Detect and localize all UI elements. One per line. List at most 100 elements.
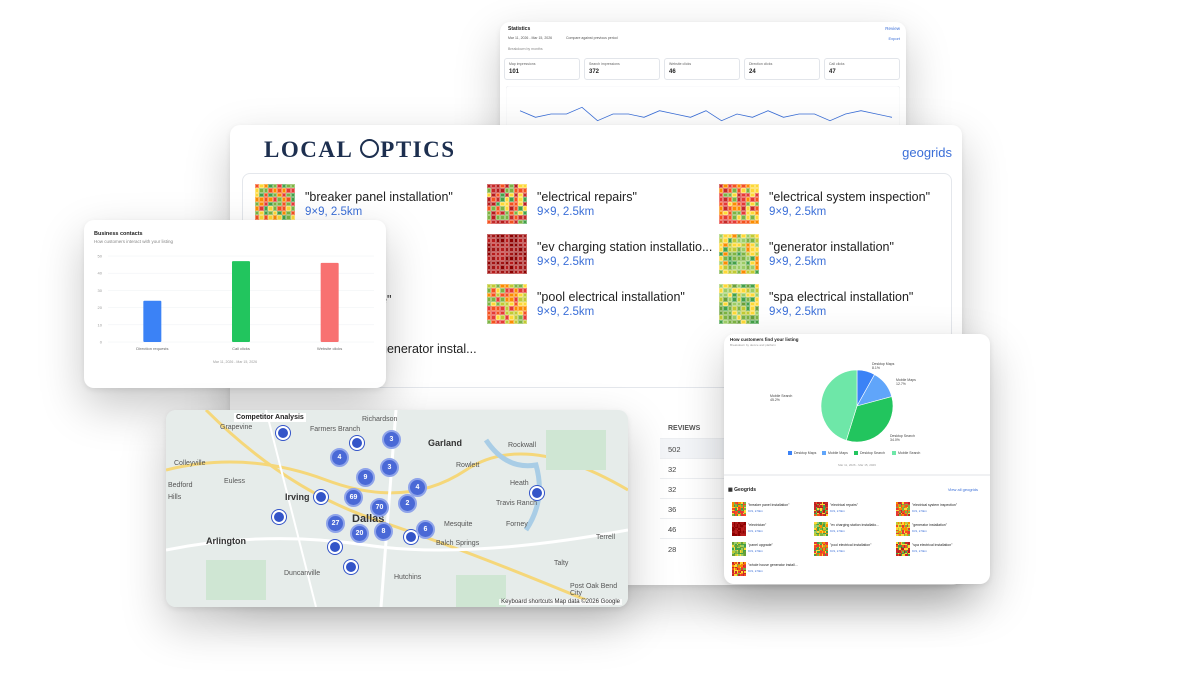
statistics-title: Statistics (508, 26, 531, 32)
map-cluster[interactable]: 9 (356, 468, 375, 487)
legend-item: Mobile Maps (822, 451, 848, 455)
map-label: Duncanville (284, 570, 321, 577)
pie-label: Desktop Maps 8.1% (872, 362, 895, 370)
pie-title: How customers find your listing (730, 337, 799, 342)
map-cluster[interactable]: 8 (374, 522, 393, 541)
map-label: Post Oak Bend City (570, 583, 618, 597)
pie-label: Mobile Maps 12.7% (896, 378, 916, 386)
heatmap-thumb (814, 502, 828, 516)
x-tick-label: Website clicks (317, 346, 342, 351)
review-link[interactable]: Review (885, 26, 900, 31)
small-geogrid-item[interactable]: "whole house generator install... 9×9, 2.… (732, 562, 812, 578)
map-label: Rowlett (456, 462, 480, 469)
map-label: Richardson (362, 416, 398, 423)
logo-lens-icon (360, 139, 380, 158)
small-geogrid-item[interactable]: "generator installation" 9×9, 2.5km (896, 522, 976, 538)
map-cluster[interactable]: 27 (326, 514, 345, 533)
small-geogrid-item[interactable]: "electrical repairs" 9×9, 2.5km (814, 502, 894, 518)
pie-label: Mobile Search 45.2% (770, 394, 793, 402)
bar (232, 261, 250, 342)
heatmap-thumb (732, 522, 746, 536)
map-label: Heath (510, 480, 529, 487)
heatmap-thumb (814, 522, 828, 536)
competitor-pin[interactable] (344, 560, 358, 574)
x-tick-label: Call clicks (232, 346, 250, 351)
x-tick-label: Direction requests (136, 346, 168, 351)
metric-search-impressions: Search impressions 372 (584, 58, 660, 80)
bar (320, 262, 339, 342)
heatmap-thumb (896, 542, 910, 556)
map-label: Arlington (206, 536, 246, 546)
y-tick-label: 30 (98, 288, 103, 293)
map-cluster[interactable]: 20 (350, 524, 369, 543)
platform-pie-chart (820, 369, 894, 443)
competitor-analysis-title: Competitor Analysis (234, 413, 306, 422)
map-label: Balch Springs (436, 540, 480, 547)
legend-item: Desktop Maps (788, 451, 816, 455)
competitor-pin[interactable] (272, 510, 286, 524)
pie-label: Desktop Search 34.0% (890, 434, 915, 442)
small-geogrid-item[interactable]: "electrician" 9×9, 2.5km (732, 522, 812, 538)
heatmap-thumb (896, 502, 910, 516)
geogrid-item[interactable]: "spa electrical installation" 9×9, 2.5km (719, 284, 949, 324)
metric-map-impressions: Map impressions 101 (504, 58, 580, 80)
heatmap-thumb (896, 522, 910, 536)
small-geogrid-item[interactable]: "ev charging station installatio... 9×9, … (814, 522, 894, 538)
map-label: Forney (506, 521, 528, 528)
date-range[interactable]: Mar 11, 2026 - Mar 15, 2026 (508, 36, 552, 40)
geogrid-item[interactable]: "ev charging station installatio... 9×9, … (487, 234, 717, 274)
map-label: Grapevine (220, 424, 253, 431)
small-geogrid-item[interactable]: "panel upgrade" 9×9, 2.5km (732, 542, 812, 558)
metric-call-clicks: Call clicks 47 (824, 58, 900, 80)
small-geogrid-item[interactable]: "spa electrical installation" 9×9, 2.5km (896, 542, 976, 558)
map-cluster[interactable]: 3 (382, 430, 401, 449)
competitor-map-card: Competitor Analysis Garland Irving Dalla… (166, 410, 628, 607)
geogrid-item[interactable]: "breaker panel installation" 9×9, 2.5km (255, 184, 485, 224)
small-geogrid-item[interactable]: "breaker panel installation" 9×9, 2.5km (732, 502, 812, 518)
y-tick-label: 50 (98, 254, 103, 259)
map-label: Garland (428, 438, 463, 448)
heatmap-thumb (719, 284, 759, 324)
map-cluster[interactable]: 70 (370, 498, 389, 517)
geogrid-item[interactable]: "electrical repairs" 9×9, 2.5km (487, 184, 717, 224)
competitor-pin[interactable] (350, 436, 364, 450)
small-geogrid-item[interactable]: "electrical system inspection" 9×9, 2.5km (896, 502, 976, 518)
y-tick-label: 20 (98, 305, 103, 310)
map-attribution: Keyboard shortcuts Map data ©2026 Google (499, 599, 622, 605)
competitor-pin[interactable] (328, 540, 342, 554)
map-label: Hutchins (394, 574, 422, 581)
map-label: Bedford (168, 482, 193, 489)
geogrid-item[interactable]: "electrical system inspection" 9×9, 2.5km (719, 184, 949, 224)
heatmap-thumb (719, 184, 759, 224)
metric-direction-clicks: Direction clicks 24 (744, 58, 820, 80)
business-contacts-date: Mar 11, 2026 - Mar 15, 2026 (212, 360, 258, 364)
heatmap-thumb (719, 234, 759, 274)
y-tick-label: 0 (100, 340, 103, 345)
competitor-pin[interactable] (276, 426, 290, 440)
heatmap-thumb (487, 184, 527, 224)
bar (143, 300, 162, 342)
y-tick-label: 10 (98, 322, 103, 327)
map-label: Hills (168, 494, 182, 501)
geogrids-link[interactable]: geogrids (902, 145, 952, 160)
small-geogrid-item[interactable]: "pool electrical installation" 9×9, 2.5km (814, 542, 894, 558)
map-label: Farmers Branch (310, 426, 361, 433)
map-cluster[interactable]: 3 (380, 458, 399, 477)
map-label: Mesquite (444, 521, 473, 528)
competitor-pin[interactable] (530, 486, 544, 500)
breakdown-toggle[interactable]: Breakdown by months (508, 47, 543, 51)
map-label: Colleyville (174, 460, 206, 467)
map-cluster[interactable]: 4 (330, 448, 349, 467)
export-button[interactable]: Export (888, 36, 900, 41)
compare-toggle[interactable]: Compare against previous period (566, 36, 618, 40)
competitor-pin[interactable] (314, 490, 328, 504)
map-label: Euless (224, 478, 246, 485)
view-all-geogrids-link[interactable]: View all geogrids (948, 487, 978, 492)
map-label: Terrell (596, 534, 616, 541)
map-cluster[interactable]: 69 (344, 488, 363, 507)
geogrid-item[interactable]: "pool electrical installation" 9×9, 2.5km (487, 284, 717, 324)
map-cluster[interactable]: 6 (416, 520, 435, 539)
heatmap-thumb (487, 284, 527, 324)
map-cluster[interactable]: 2 (398, 494, 417, 513)
geogrid-item[interactable]: "generator installation" 9×9, 2.5km (719, 234, 949, 274)
